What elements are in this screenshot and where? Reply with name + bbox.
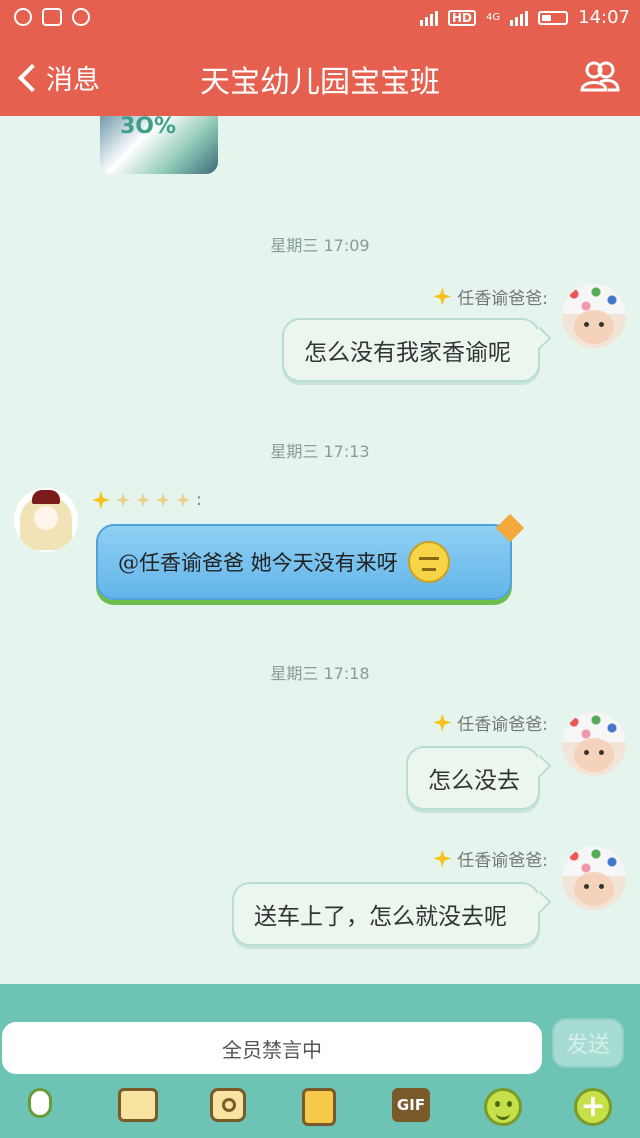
notification-icons: [14, 8, 90, 26]
sender-label: 任香谕爸爸:: [457, 851, 548, 871]
decor-star-icon: [116, 493, 130, 507]
previous-image-message[interactable]: 3O%: [100, 116, 218, 174]
composer-toolbar: GIF +: [0, 1088, 640, 1134]
avatar[interactable]: [562, 712, 626, 776]
timestamp: 星期三 17:13: [270, 442, 370, 461]
message-list[interactable]: 3O% 星期三 17:09 任香谕爸爸: 怎么没有我家香谕呢 星期三 17:13…: [0, 116, 640, 984]
sender-name: 任香谕爸爸:: [433, 284, 548, 309]
message-text: 送车上了，怎么就没去呢: [254, 904, 507, 930]
message-input[interactable]: 全员禁言中: [2, 1022, 542, 1074]
sender-name: :: [92, 490, 202, 510]
clock: 14:07: [578, 7, 630, 28]
gif-label: GIF: [392, 1088, 430, 1122]
smiley-emoji-icon: [407, 541, 450, 583]
message-bubble[interactable]: 怎么没有我家香谕呢: [282, 318, 540, 382]
avatar[interactable]: [562, 284, 626, 348]
member-star-icon: [92, 491, 110, 509]
send-button[interactable]: 发送: [552, 1018, 624, 1068]
input-placeholder: 全员禁言中: [222, 1037, 322, 1062]
file-icon[interactable]: [302, 1088, 336, 1126]
decor-star-icon: [136, 493, 150, 507]
decor-star-icon: [156, 493, 170, 507]
member-star-icon: [433, 713, 452, 732]
sender-label: 任香谕爸爸:: [457, 289, 548, 309]
group-members-icon[interactable]: [580, 60, 620, 92]
emoji-icon[interactable]: [484, 1088, 522, 1126]
image-icon[interactable]: [118, 1088, 158, 1122]
sender-label: :: [196, 490, 202, 510]
more-notification-icon: [72, 8, 90, 26]
sender-label: 任香谕爸爸:: [457, 715, 548, 735]
system-indicators: HD 4G 14:07: [419, 7, 630, 28]
timestamp: 星期三 17:18: [270, 664, 370, 683]
member-star-icon: [433, 287, 452, 306]
sender-name: 任香谕爸爸:: [433, 710, 548, 735]
timestamp: 星期三 17:09: [270, 236, 370, 255]
page-title: 天宝幼儿园宝宝班: [200, 65, 440, 100]
hd-badge: HD: [447, 9, 476, 26]
qq-notification-icon: [14, 8, 32, 26]
plus-icon[interactable]: +: [574, 1088, 612, 1126]
gallery-notification-icon: [42, 8, 62, 26]
message-bubble[interactable]: 送车上了，怎么就没去呢: [232, 882, 540, 946]
member-star-icon: [433, 849, 452, 868]
message-bubble[interactable]: 怎么没去: [406, 746, 540, 810]
sender-name: 任香谕爸爸:: [433, 846, 548, 871]
camera-icon[interactable]: [210, 1088, 246, 1122]
signal-icon-2: [510, 10, 529, 26]
gif-icon[interactable]: GIF: [392, 1088, 430, 1122]
status-bar: HD 4G 14:07: [0, 0, 640, 38]
message-text: @任香谕爸爸 她今天没有来呀: [118, 551, 398, 575]
message-bubble[interactable]: @任香谕爸爸 她今天没有来呀: [96, 524, 512, 600]
avatar[interactable]: [562, 846, 626, 910]
chat-header: 消息 天宝幼儿园宝宝班: [0, 38, 640, 116]
decor-star-icon: [176, 493, 190, 507]
message-text: 怎么没去: [428, 768, 520, 794]
signal-icon: [419, 10, 438, 26]
battery-icon: [538, 10, 569, 25]
network-type: 4G: [486, 12, 501, 23]
message-text: 怎么没有我家香谕呢: [304, 340, 511, 366]
image-content: 3O%: [120, 116, 177, 139]
composer-area: 全员禁言中 发送 GIF +: [0, 984, 640, 1138]
avatar[interactable]: [14, 488, 78, 552]
mic-icon[interactable]: [28, 1088, 58, 1128]
